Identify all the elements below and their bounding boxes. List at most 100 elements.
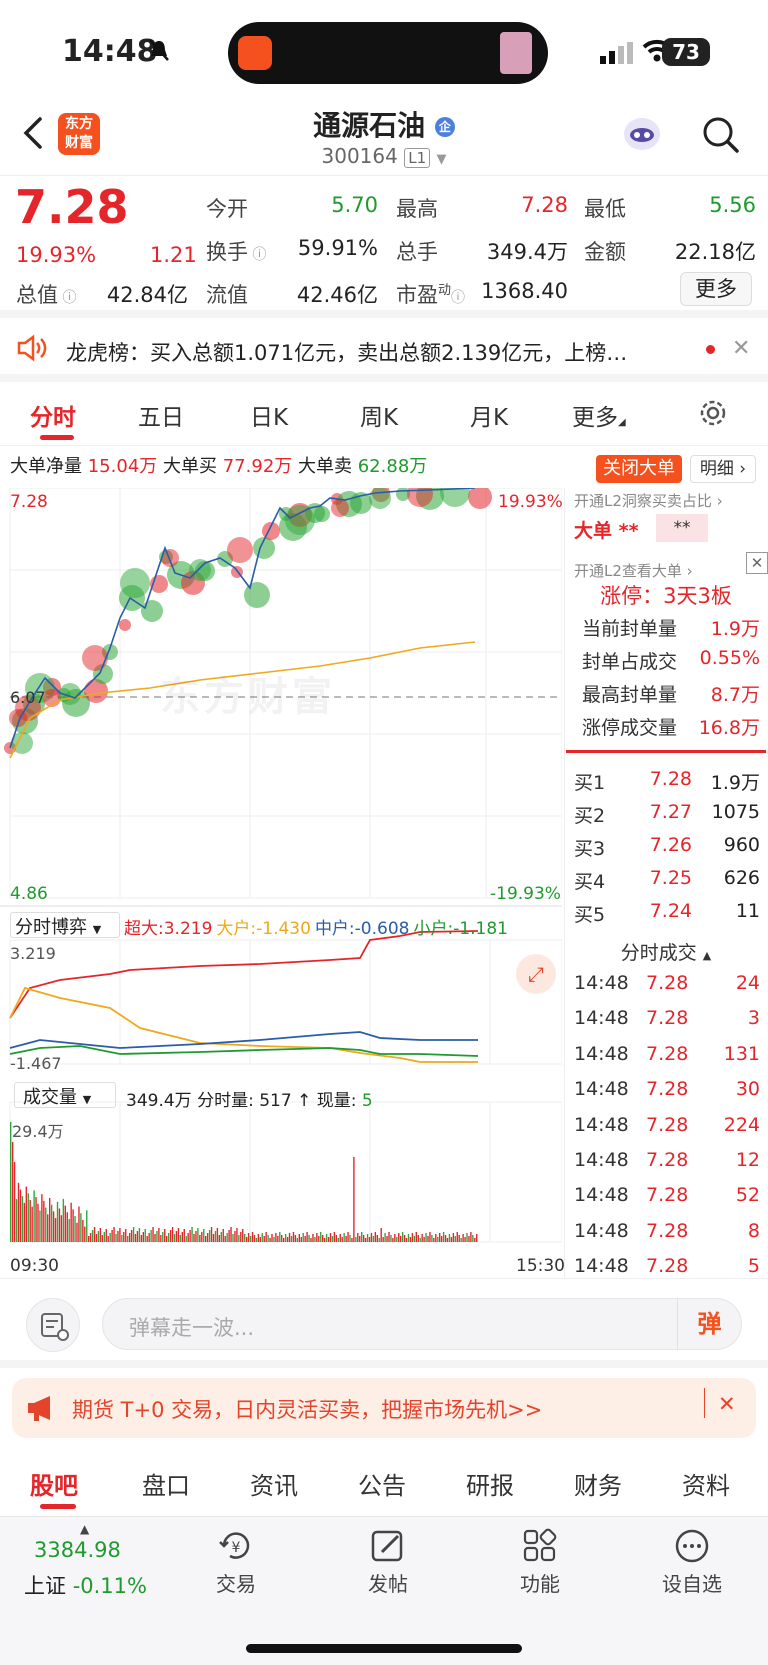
volume-bar bbox=[82, 1219, 84, 1242]
nav-post[interactable]: 发帖 bbox=[338, 1568, 438, 1597]
tab-daily-k[interactable]: 日K bbox=[250, 398, 288, 432]
net-label: 大单净量 bbox=[10, 456, 82, 477]
close-big-order-button[interactable]: 关闭大单 bbox=[596, 455, 682, 483]
watermark: 东方财富 bbox=[160, 674, 336, 720]
danmaku-settings-icon[interactable] bbox=[26, 1298, 80, 1352]
volume-bar bbox=[343, 1233, 345, 1242]
volume-selector[interactable]: 成交量 ▼ bbox=[14, 1082, 116, 1108]
volume-bar bbox=[236, 1228, 238, 1242]
detail-button[interactable]: 明细 › bbox=[690, 455, 756, 483]
info-icon[interactable]: ⓘ bbox=[248, 247, 266, 263]
bottom-tab-2[interactable]: 资讯 bbox=[250, 1466, 298, 1501]
tab-five-day[interactable]: 五日 bbox=[138, 398, 184, 432]
bottom-tab-1[interactable]: 盘口 bbox=[142, 1466, 190, 1501]
big-order-bubble bbox=[227, 537, 253, 563]
futures-banner[interactable]: 期货 T+0 交易，日内灵活买卖，把握市场先机>> ✕ bbox=[12, 1378, 756, 1438]
volume-bar bbox=[119, 1228, 121, 1242]
danmaku-send-button[interactable]: 弹 bbox=[677, 1299, 741, 1349]
tick-time: 14:48 bbox=[574, 1007, 629, 1030]
index-value[interactable]: 3384.98 bbox=[34, 1538, 121, 1562]
nav-trade[interactable]: 交易 bbox=[186, 1568, 286, 1597]
turnover-label: 换手 ⓘ bbox=[206, 240, 267, 264]
index-row[interactable]: 上证 -0.11% bbox=[24, 1570, 147, 1600]
volume-bar bbox=[460, 1238, 462, 1242]
volume-bar bbox=[347, 1232, 349, 1242]
bottom-tab-0[interactable]: 股吧 bbox=[30, 1466, 78, 1501]
info-icon[interactable]: ⓘ bbox=[58, 290, 76, 306]
volume-bar bbox=[56, 1201, 59, 1242]
volume-bar bbox=[452, 1233, 455, 1242]
tab-more[interactable]: 更多◢ bbox=[572, 398, 626, 432]
more-button[interactable]: 更多 bbox=[680, 272, 752, 306]
volume-bar bbox=[298, 1234, 300, 1242]
l2-promo-2[interactable]: 开通L2查看大单 › bbox=[574, 560, 744, 581]
settings-gear-icon[interactable] bbox=[698, 398, 728, 432]
volume-bar bbox=[292, 1232, 295, 1242]
game-selector[interactable]: 分时博弈 ▼ bbox=[10, 912, 120, 938]
volume-bar bbox=[435, 1234, 437, 1242]
volume-bar bbox=[127, 1236, 129, 1242]
volume-bar bbox=[173, 1234, 176, 1242]
post-edit-icon[interactable] bbox=[370, 1528, 406, 1568]
volume-bar bbox=[156, 1231, 158, 1242]
bid-volume: 1.9万 bbox=[710, 772, 760, 794]
volume-bar bbox=[335, 1235, 338, 1242]
close-icon[interactable]: ✕ bbox=[732, 336, 750, 361]
volume-bar bbox=[101, 1235, 104, 1242]
tick-volume: 12 bbox=[735, 1149, 760, 1171]
volume-bar bbox=[290, 1236, 293, 1242]
tick-price: 7.28 bbox=[646, 1219, 689, 1242]
nav-function[interactable]: 功能 bbox=[490, 1568, 590, 1597]
nav-add-watchlist[interactable]: 设自选 bbox=[642, 1568, 742, 1597]
float-cap-value: 42.46亿 bbox=[296, 283, 378, 307]
volume-bar bbox=[25, 1186, 27, 1242]
robot-assistant-icon[interactable] bbox=[620, 114, 664, 154]
tab-monthly-k[interactable]: 月K bbox=[470, 398, 508, 432]
volume-bar bbox=[162, 1232, 164, 1242]
volume-bar bbox=[35, 1197, 37, 1242]
big-order-masked: ** bbox=[656, 514, 708, 542]
bottom-tab-4[interactable]: 研报 bbox=[466, 1466, 514, 1501]
danmaku-placeholder: 弹幕走一波... bbox=[129, 1316, 255, 1340]
search-icon[interactable] bbox=[702, 116, 740, 158]
bid-label: 买3 bbox=[574, 838, 606, 860]
volume-bar bbox=[318, 1236, 320, 1242]
trade-yen-icon[interactable]: ¥ bbox=[218, 1528, 254, 1568]
watchlist-dots-icon[interactable] bbox=[674, 1528, 710, 1568]
close-icon[interactable]: ✕ bbox=[718, 1392, 736, 1416]
function-grid-icon[interactable] bbox=[522, 1528, 558, 1568]
danmaku-input[interactable]: 弹幕走一波... 弹 bbox=[102, 1298, 742, 1350]
volume-bar bbox=[267, 1235, 269, 1242]
expand-icon[interactable]: ⤢ bbox=[516, 954, 556, 994]
volume-bar bbox=[33, 1190, 35, 1242]
l2-promo-1[interactable]: 开通L2洞察买卖占比 › bbox=[574, 490, 766, 511]
volume-bar bbox=[206, 1233, 209, 1242]
bottom-tab-5[interactable]: 财务 bbox=[574, 1466, 622, 1501]
volume-bar bbox=[281, 1235, 283, 1242]
tick-volume: 24 bbox=[735, 972, 760, 994]
volume-bar bbox=[68, 1219, 70, 1242]
tick-volume: 131 bbox=[723, 1042, 760, 1065]
volume-bar bbox=[138, 1228, 141, 1242]
volume-bar bbox=[199, 1235, 201, 1242]
svg-text:¥: ¥ bbox=[232, 1540, 241, 1556]
volume-bar bbox=[152, 1227, 154, 1242]
volume-bar bbox=[265, 1232, 267, 1242]
volume-bar bbox=[97, 1231, 100, 1242]
volume-bar bbox=[23, 1202, 26, 1242]
volume-bar bbox=[456, 1232, 458, 1242]
bottom-tab-3[interactable]: 公告 bbox=[358, 1466, 406, 1501]
tick-title[interactable]: 分时成交 ▲ bbox=[564, 938, 768, 965]
cellular-signal-icon bbox=[600, 42, 636, 68]
bottom-tab-6[interactable]: 资料 bbox=[682, 1466, 730, 1501]
info-icon[interactable]: ⓘ bbox=[451, 290, 465, 306]
volume-bar bbox=[52, 1211, 55, 1242]
big-order-bubble bbox=[314, 506, 330, 522]
close-icon[interactable]: ✕ bbox=[746, 552, 768, 574]
volume-value: 349.4万 bbox=[486, 240, 568, 264]
tab-intraday[interactable]: 分时 bbox=[30, 398, 76, 432]
tab-weekly-k[interactable]: 周K bbox=[360, 398, 398, 432]
volume-bar bbox=[185, 1236, 187, 1242]
volume-bar bbox=[341, 1237, 343, 1242]
intraday-chart[interactable] bbox=[0, 488, 562, 1278]
